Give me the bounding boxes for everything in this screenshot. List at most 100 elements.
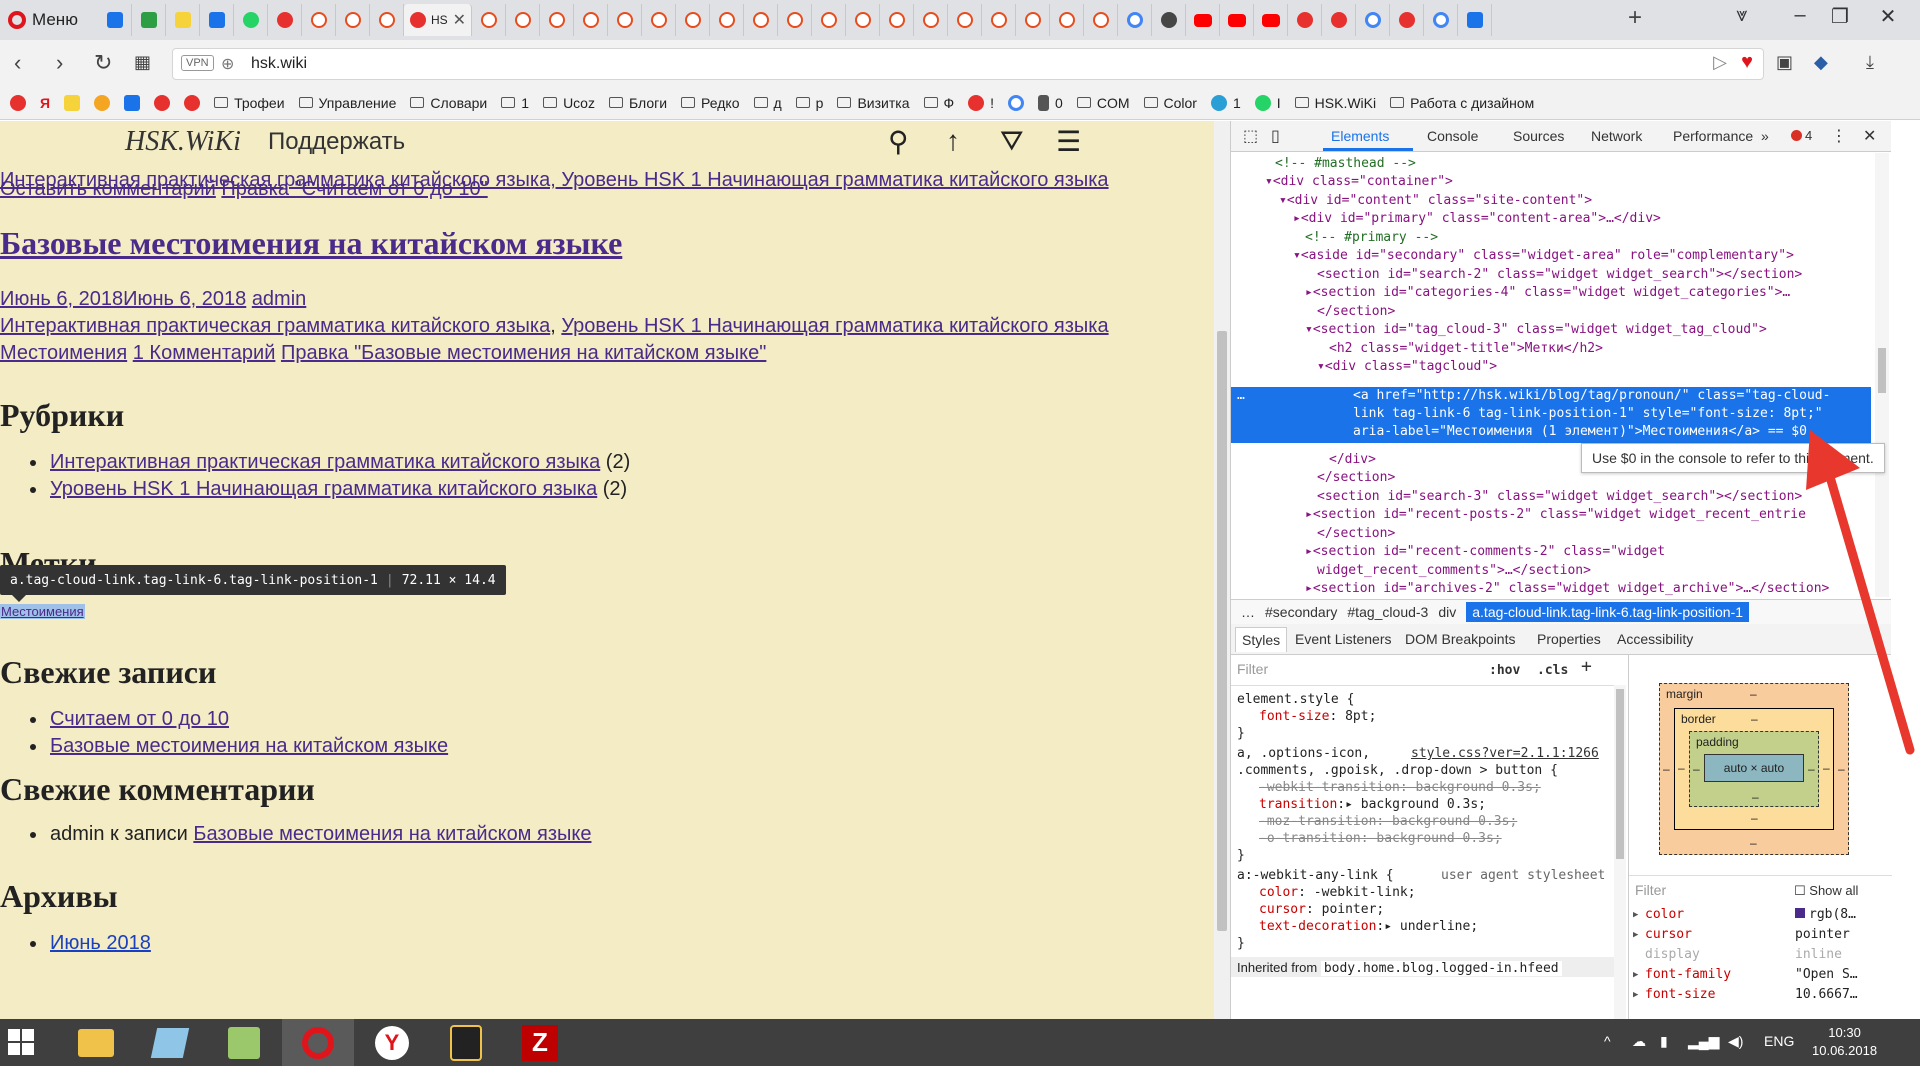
tab[interactable] — [1458, 4, 1492, 36]
dom-node[interactable]: ▸<section id="archives-2" class="widget … — [1305, 580, 1829, 597]
tab[interactable] — [1390, 4, 1424, 36]
device-toggle-icon[interactable]: ▯ — [1271, 126, 1280, 146]
scroll-thumb[interactable] — [1878, 348, 1886, 393]
page-scrollbar[interactable] — [1214, 121, 1230, 1019]
css-property[interactable]: transition:▸ background 0.3s; — [1259, 796, 1486, 813]
network-icon[interactable]: ▂▄▆ — [1688, 1033, 1719, 1050]
taskbar-explorer[interactable] — [60, 1019, 132, 1066]
post-title-link[interactable]: Базовые местоимения на китайском языке — [0, 225, 622, 262]
tab[interactable] — [914, 4, 948, 36]
new-rule-button[interactable]: + — [1581, 658, 1592, 676]
selected-href-link[interactable]: http://hsk.wiki/blog/tag/pronoun/ — [1423, 388, 1681, 403]
box-model-content[interactable]: auto × auto — [1704, 754, 1804, 782]
category-link[interactable]: Интерактивная практическая грамматика ки… — [0, 315, 550, 337]
tab[interactable] — [982, 4, 1016, 36]
windows-start-icon[interactable] — [8, 1029, 34, 1055]
bookmark-item[interactable]: 1 — [1210, 94, 1241, 111]
close-window-button[interactable]: ✕ — [1868, 4, 1908, 29]
cloud-icon[interactable]: ☁ — [1632, 1033, 1646, 1050]
border-top[interactable]: – — [1751, 712, 1758, 726]
clock[interactable]: 10:30 10.06.2018 — [1812, 1024, 1877, 1060]
bookmark-folder[interactable]: Ф — [923, 95, 954, 111]
tab[interactable] — [98, 4, 132, 36]
tab[interactable] — [948, 4, 982, 36]
opera-menu-button[interactable]: Меню — [8, 6, 78, 34]
tab-elements[interactable]: Elements — [1331, 128, 1389, 144]
tab[interactable] — [302, 4, 336, 36]
tab[interactable] — [846, 4, 880, 36]
bookmark-folder[interactable]: HSK.WiKi — [1294, 95, 1376, 111]
archive-link[interactable]: Июнь 2018 — [50, 932, 151, 954]
dom-node[interactable]: ▸<section id="categories-4" class="widge… — [1305, 284, 1790, 303]
tab-active[interactable]: HS ✕ — [404, 4, 472, 36]
tab[interactable] — [1220, 4, 1254, 36]
bookmark-item[interactable]: 0 — [1038, 94, 1063, 111]
new-tab-button[interactable]: + — [1628, 4, 1642, 32]
tab[interactable] — [472, 4, 506, 36]
search-icon[interactable]: ⚲ — [888, 125, 909, 158]
inherited-selector[interactable]: body.home.blog.logged-in.hfeed — [1320, 961, 1562, 976]
tab[interactable] — [1084, 4, 1118, 36]
tab[interactable] — [812, 4, 846, 36]
bookmark-folder[interactable]: Работа с дизайном — [1390, 95, 1534, 111]
url-text[interactable]: hsk.wiki — [251, 55, 307, 73]
breadcrumb-item[interactable]: … — [1241, 604, 1255, 620]
dom-node[interactable]: ▾<aside id="secondary" class="widget-are… — [1293, 247, 1794, 266]
css-property[interactable]: text-decoration:▸ underline; — [1259, 918, 1478, 935]
extension-icon[interactable]: ▣ — [1776, 52, 1793, 73]
tab-accessibility[interactable]: Accessibility — [1617, 631, 1693, 647]
breadcrumb-item-active[interactable]: a.tag-cloud-link.tag-link-6.tag-link-pos… — [1466, 602, 1750, 622]
dom-node[interactable]: </section> — [1317, 525, 1395, 544]
expand-icon[interactable]: ▶ — [1633, 930, 1638, 940]
tab-sources[interactable]: Sources — [1513, 128, 1564, 144]
styles-filter-input[interactable]: Filter — [1237, 661, 1268, 678]
speed-dial-icon[interactable]: ▦ — [134, 52, 151, 73]
bookmark-folder[interactable]: Трофеи — [214, 95, 285, 111]
taskbar-filezilla[interactable]: Z — [504, 1019, 576, 1066]
maximize-button[interactable]: ❐ — [1820, 4, 1860, 29]
dom-node[interactable]: widget_recent_comments">…</section> — [1317, 562, 1591, 581]
tab-styles[interactable]: Styles — [1235, 627, 1288, 652]
tab[interactable] — [574, 4, 608, 36]
bookmark-icon[interactable] — [10, 94, 26, 111]
tab[interactable] — [540, 4, 574, 36]
heart-icon[interactable]: ♥ — [1741, 51, 1753, 74]
color-swatch[interactable] — [1795, 908, 1805, 918]
dom-node[interactable]: <!-- #masthead --> — [1275, 155, 1416, 174]
bookmark-icon[interactable] — [94, 94, 111, 111]
bookmark-folder[interactable]: Управление — [298, 95, 396, 111]
selected-dom-node[interactable]: … <a href="http://hsk.wiki/blog/tag/pron… — [1231, 387, 1871, 443]
expand-icon[interactable]: ▶ — [1633, 970, 1638, 980]
tab[interactable] — [234, 4, 268, 36]
tab[interactable] — [132, 4, 166, 36]
tag-link[interactable]: Местоимения — [0, 342, 127, 364]
bookmark-icon[interactable]: Я — [40, 95, 50, 111]
forward-icon[interactable]: › — [56, 50, 63, 76]
bookmark-icon[interactable] — [64, 94, 81, 111]
border-bottom[interactable]: – — [1751, 811, 1758, 825]
settings-sliders-icon[interactable]: ☰ — [1056, 125, 1081, 158]
extension-icon[interactable]: ◆ — [1814, 52, 1828, 73]
css-property-overridden[interactable]: -webkit-transition: background 0.3s; — [1259, 779, 1541, 796]
tab[interactable] — [1322, 4, 1356, 36]
tab[interactable] — [1288, 4, 1322, 36]
dom-node[interactable]: ▾<div class="tagcloud"> — [1317, 358, 1497, 377]
tab-properties[interactable]: Properties — [1537, 631, 1601, 647]
tab[interactable] — [642, 4, 676, 36]
tab[interactable] — [166, 4, 200, 36]
border-right[interactable]: – — [1823, 761, 1830, 775]
bookmark-icon[interactable] — [124, 94, 141, 111]
tab-network[interactable]: Network — [1591, 128, 1642, 144]
expand-icon[interactable]: ▶ — [1633, 910, 1638, 920]
computed-row[interactable]: ▶ color rgb(8… — [1629, 907, 1892, 927]
tab[interactable] — [608, 4, 642, 36]
taskbar-app[interactable] — [134, 1019, 206, 1066]
edit-link[interactable]: Правка "Базовые местоимения на китайском… — [281, 342, 766, 364]
styles-scrollbar[interactable] — [1614, 685, 1626, 1019]
margin-top[interactable]: – — [1750, 687, 1757, 701]
bookmark-item[interactable] — [1008, 94, 1025, 111]
bookmark-item[interactable]: I — [1254, 94, 1281, 111]
arrow-up-icon[interactable]: ↑ — [946, 125, 960, 157]
computed-row[interactable]: ▶ font-family "Open S… — [1629, 967, 1892, 987]
margin-right[interactable]: – — [1838, 762, 1845, 776]
